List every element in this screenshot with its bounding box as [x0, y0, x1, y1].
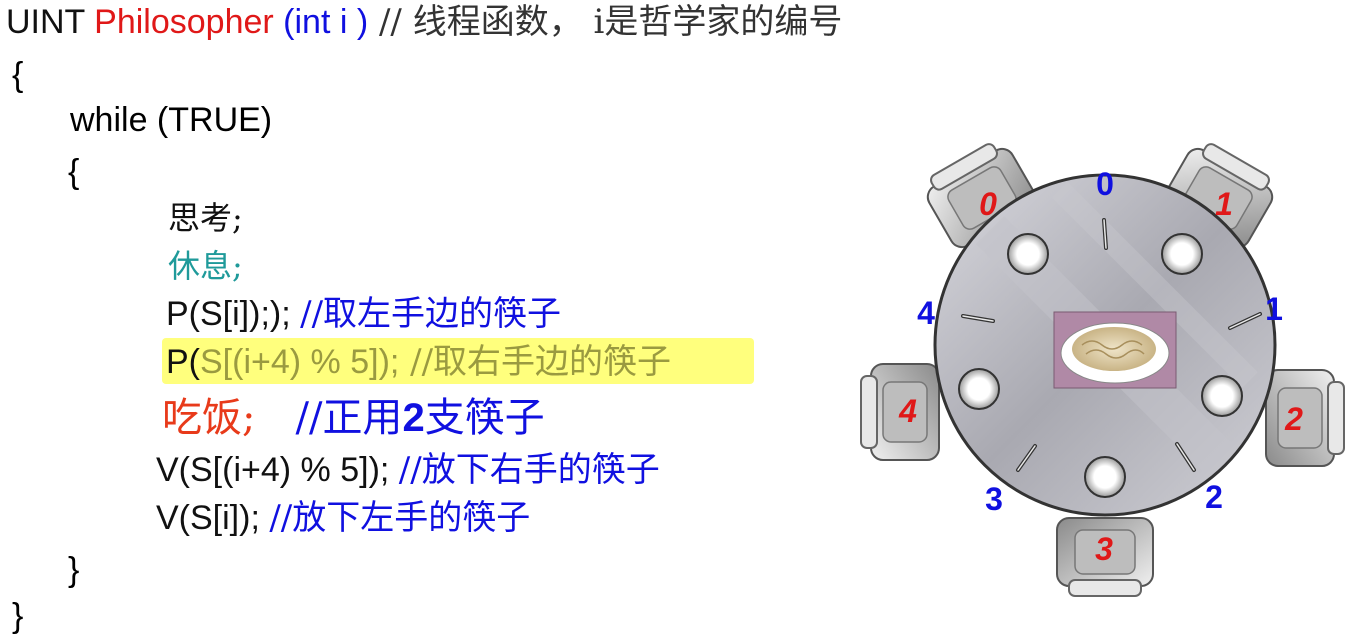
plate-0	[1007, 233, 1049, 275]
seat-label-3: 3	[1095, 531, 1113, 567]
p-left-statement: P(S[i]);); //取左手边的筷子	[166, 294, 561, 334]
inner-brace-close: }	[68, 551, 80, 589]
chopstick-label-3: 3	[985, 481, 1003, 517]
v-left-comment: //放下左手的筷子	[269, 498, 531, 538]
think-statement: 思考;	[168, 199, 243, 237]
chopstick-label-0: 0	[1096, 166, 1114, 202]
return-type: UINT	[6, 3, 95, 41]
plate-4	[958, 368, 1000, 410]
p-right-comment: //取右手边的筷子	[399, 342, 672, 382]
chopstick-label-4: 4	[917, 295, 935, 331]
center-noodle-dish	[1053, 311, 1177, 389]
function-header: UINT Philosopher (int i ) // 线程函数， i是哲学家…	[6, 2, 842, 42]
chopstick-label-2: 2	[1205, 479, 1223, 515]
function-name: Philosopher	[94, 3, 274, 41]
v-right-code: V(S[(i+4) % 5]);	[156, 451, 399, 489]
v-right-statement: V(S[(i+4) % 5]); //放下右手的筷子	[156, 450, 660, 490]
eat-comment-a: //正用	[295, 395, 403, 441]
eat-action: 吃饭;	[162, 395, 256, 441]
eat-number: 2	[402, 396, 425, 440]
function-params: (int i )	[273, 3, 369, 41]
p-right-statement: P(S[(i+4) % 5]); //取右手边的筷子	[166, 342, 671, 382]
header-comment: // 线程函数， i是哲学家的编号	[368, 2, 843, 42]
v-left-code: V(S[i]);	[156, 499, 270, 537]
plate-1	[1161, 233, 1203, 275]
plate-3	[1084, 456, 1126, 498]
outer-brace-close: }	[12, 597, 24, 635]
v-right-comment: //放下右手的筷子	[398, 450, 660, 490]
seat-2	[1265, 369, 1345, 467]
p-right-code-dark: P(	[166, 343, 200, 381]
seat-label-2: 2	[1284, 401, 1303, 437]
eat-statement: 吃饭; //正用2支筷子	[162, 395, 545, 441]
while-statement: while (TRUE)	[70, 101, 273, 139]
rest-statement: 休息;	[168, 247, 243, 285]
chopstick-label-1: 1	[1265, 291, 1283, 327]
p-left-code: P(S[i]););	[166, 295, 301, 333]
inner-brace-open: {	[68, 153, 80, 191]
outer-brace-open: {	[12, 56, 24, 94]
seat-label-1: 1	[1215, 186, 1233, 222]
plate-2	[1201, 375, 1243, 417]
eat-comment-b: 支筷子	[424, 395, 545, 441]
p-left-comment: //取左手边的筷子	[300, 294, 562, 334]
p-right-code-light: S[(i+4) % 5]);	[200, 343, 400, 381]
v-left-statement: V(S[i]); //放下左手的筷子	[156, 498, 530, 538]
dining-table-diagram: 0 1 2 3 4 0 1 2 3 4	[860, 143, 1345, 597]
seat-label-4: 4	[898, 393, 917, 429]
seat-label-0: 0	[979, 186, 997, 222]
